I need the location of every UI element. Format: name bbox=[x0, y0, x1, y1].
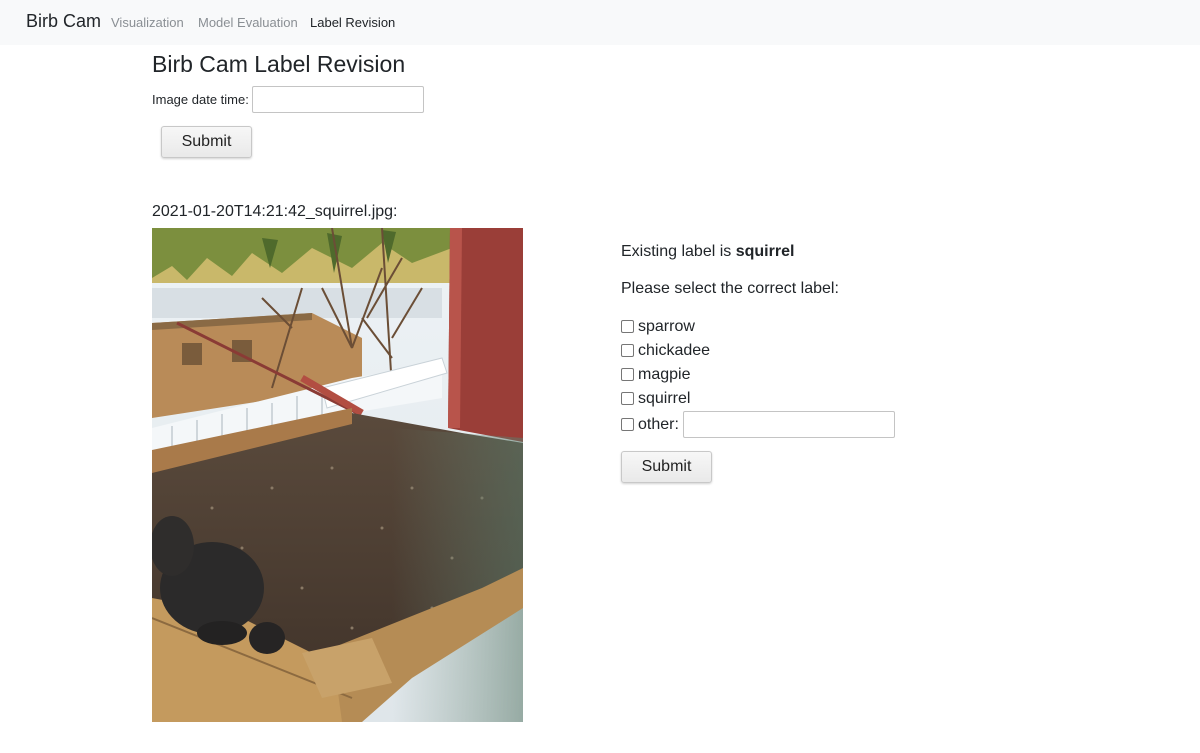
page-title: Birb Cam Label Revision bbox=[152, 51, 406, 77]
checkbox-squirrel[interactable] bbox=[621, 392, 634, 405]
birdcam-photo bbox=[152, 228, 523, 722]
brand-link[interactable]: Birb Cam bbox=[26, 11, 101, 32]
image-filename: 2021-01-20T14:21:42_squirrel.jpg: bbox=[152, 203, 398, 220]
option-label-magpie: magpie bbox=[638, 366, 691, 383]
label-submit-button[interactable]: Submit bbox=[621, 451, 712, 483]
image-date-time-label: Image date time: bbox=[152, 92, 249, 107]
nav-link-model-evaluation[interactable]: Model Evaluation bbox=[198, 15, 298, 30]
option-label-sparrow: sparrow bbox=[638, 318, 695, 335]
existing-label-value: squirrel bbox=[735, 243, 795, 260]
option-label-squirrel: squirrel bbox=[638, 390, 691, 407]
checkbox-other[interactable] bbox=[621, 418, 634, 431]
checkbox-magpie[interactable] bbox=[621, 368, 634, 381]
date-submit-button[interactable]: Submit bbox=[161, 126, 252, 158]
nav-link-visualization[interactable]: Visualization bbox=[111, 15, 184, 30]
select-label-prompt: Please select the correct label: bbox=[621, 280, 839, 297]
checkbox-sparrow[interactable] bbox=[621, 320, 634, 333]
option-label-chickadee: chickadee bbox=[638, 342, 711, 359]
checkbox-chickadee[interactable] bbox=[621, 344, 634, 357]
option-label-other: other: bbox=[638, 416, 679, 433]
nav-link-label-revision[interactable]: Label Revision bbox=[310, 15, 395, 30]
image-date-time-input[interactable] bbox=[252, 86, 424, 113]
existing-label-prefix: Existing label is bbox=[621, 243, 736, 260]
navbar: Birb Cam Visualization Model Evaluation … bbox=[0, 0, 1200, 45]
other-label-input[interactable] bbox=[683, 411, 895, 438]
existing-label-text: Existing label is squirrel bbox=[621, 243, 794, 261]
